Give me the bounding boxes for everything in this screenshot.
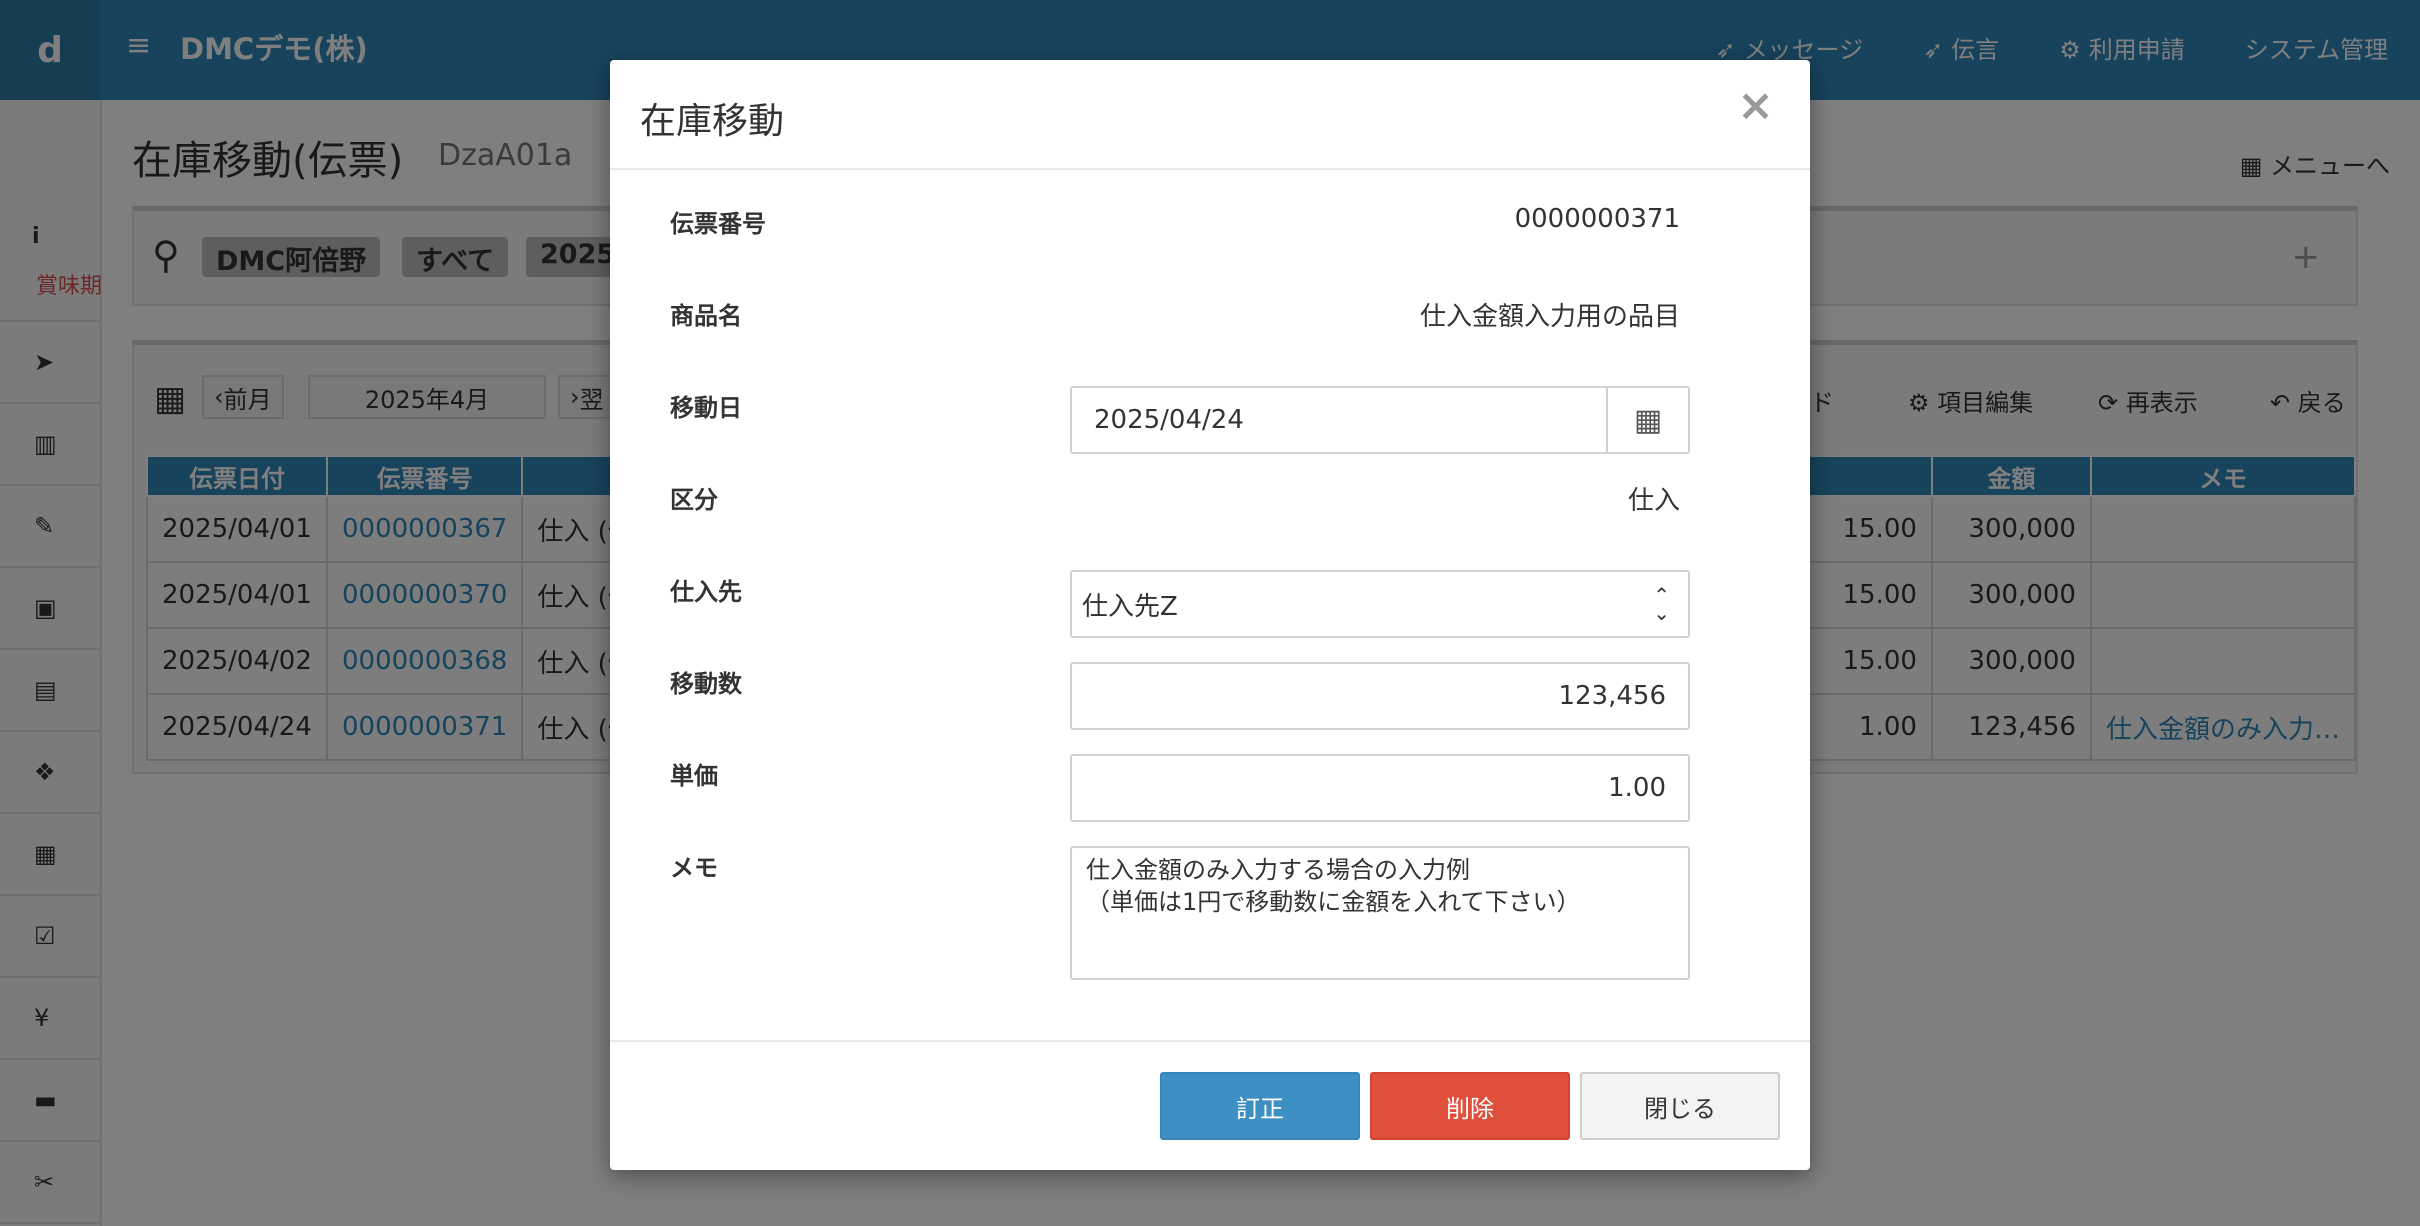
label-product: 商品名 bbox=[670, 302, 742, 330]
label-slip-no: 伝票番号 bbox=[670, 210, 766, 238]
close-button[interactable]: 閉じる bbox=[1580, 1072, 1780, 1140]
label-category: 区分 bbox=[670, 486, 718, 514]
label-unit-price: 単価 bbox=[670, 762, 718, 790]
value-product: 仕入金額入力用の品目 bbox=[1419, 302, 1680, 332]
modal-footer: 訂正 削除 閉じる bbox=[610, 1040, 1810, 1170]
select-updown-icon: ⌃ ⌄ bbox=[1653, 583, 1670, 625]
supplier-select[interactable]: 仕入先Z ⌃ ⌄ bbox=[1070, 570, 1690, 638]
label-move-date: 移動日 bbox=[670, 394, 742, 422]
move-date-input[interactable]: 2025/04/24 ▦ bbox=[1070, 386, 1690, 454]
label-memo: メモ bbox=[670, 854, 718, 882]
close-icon[interactable]: × bbox=[1737, 80, 1774, 131]
label-quantity: 移動数 bbox=[670, 670, 742, 698]
value-slip-no: 0000000371 bbox=[1514, 204, 1680, 234]
memo-textarea[interactable]: 仕入金額のみ入力する場合の入力例 （単価は1円で移動数に金額を入れて下さい） bbox=[1070, 846, 1690, 980]
unit-price-input[interactable]: 1.00 bbox=[1070, 754, 1690, 822]
label-supplier: 仕入先 bbox=[670, 578, 742, 606]
correct-button[interactable]: 訂正 bbox=[1160, 1072, 1360, 1140]
calendar-icon[interactable]: ▦ bbox=[1606, 388, 1688, 452]
stock-move-modal: 在庫移動 × 伝票番号 0000000371 商品名 仕入金額入力用の品目 移動… bbox=[610, 60, 1810, 1170]
modal-title: 在庫移動 bbox=[640, 101, 785, 142]
value-category: 仕入 bbox=[1627, 486, 1680, 516]
quantity-input[interactable]: 123,456 bbox=[1070, 662, 1690, 730]
delete-button[interactable]: 削除 bbox=[1370, 1072, 1570, 1140]
modal-header: 在庫移動 × bbox=[610, 60, 1810, 170]
